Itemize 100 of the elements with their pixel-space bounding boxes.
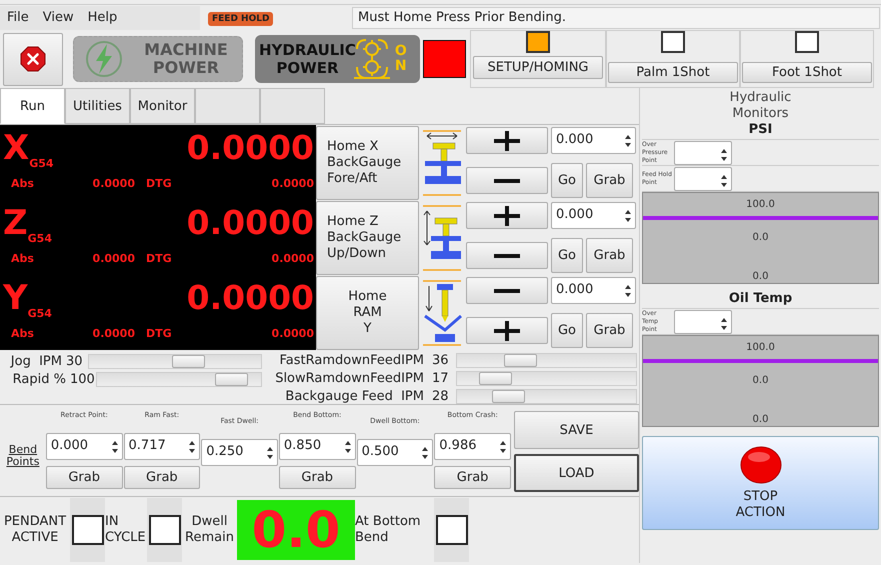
mode-button[interactable]: SETUP/HOMING [473,56,603,79]
number-field[interactable]: 0.986 [434,433,511,460]
coordinate-system-label: G54 [28,232,52,245]
abs-label: Abs [11,252,35,265]
grab-button[interactable]: Grab [278,466,356,489]
menu-item[interactable]: File [7,10,29,25]
axis-letter: X [3,129,30,167]
spinner-icon [344,441,351,453]
slider-track[interactable] [88,354,262,368]
home-button[interactable]: Home X BackGauge Fore/Aft [316,126,419,200]
slider-track[interactable] [456,388,637,404]
position-readout: 0.0000 [186,129,314,167]
axis-letter: Z [3,204,28,242]
number-field[interactable]: 0.000 [551,127,636,154]
position-readout: 0.0000 [186,204,314,242]
grab-button[interactable]: Grab [46,466,123,489]
jog-button[interactable] [466,167,548,194]
gauge-value: 0.0 [752,414,768,425]
grab-button[interactable]: Grab [124,466,200,489]
tab[interactable]: Run [0,88,65,124]
slider-track[interactable] [456,371,637,386]
minus-icon [494,288,520,292]
menu-item[interactable]: View [42,10,74,25]
slider-value: 17 [431,371,450,386]
setpoint-field[interactable] [674,166,732,190]
spinner-icon [266,447,273,459]
grab-button[interactable]: Grab [586,313,633,348]
slider-thumb[interactable] [504,354,537,368]
abs-readout: 0.0000 [92,252,135,265]
spinner-icon [112,441,118,453]
axis-letter: Y [3,279,28,317]
dwell-readout: 0.0 [237,500,355,560]
jog-button[interactable] [466,127,548,154]
plus-icon [494,320,520,340]
slider-thumb[interactable] [214,372,248,386]
spinner-icon [500,441,506,453]
setpoint-field[interactable] [674,140,732,164]
number-field[interactable]: 0.500 [356,439,434,466]
message-field: Must Home Press Prior Bending. [352,6,880,28]
feed-hold-badge: FEED HOLD [208,12,274,26]
spinner-icon [189,441,196,453]
go-button[interactable]: Go [551,238,583,273]
stop-button[interactable] [3,32,63,86]
jog-button[interactable] [466,202,548,229]
gauge-value: 0.0 [752,271,768,282]
abs-label: Abs [11,327,35,340]
number-field[interactable]: 0.000 [551,202,636,229]
go-button[interactable]: Go [551,163,583,198]
home-button[interactable]: Home RAM Y [316,276,419,350]
jog-button[interactable] [466,277,548,304]
tab[interactable]: Utilities [65,88,130,124]
dtg-label: DTG [145,327,173,340]
number-field[interactable]: 0.250 [201,439,278,466]
indicator-label: Dwell Remain [184,514,235,546]
mode-button[interactable]: Palm 1Shot [608,62,738,83]
panel-title: Hydraulic Monitors [728,90,792,122]
file-button[interactable]: SAVE [514,411,639,449]
press-ram-icon [423,278,463,348]
number-field[interactable]: 0.717 [124,433,200,460]
abs-label: Abs [11,177,35,190]
stop-action-button[interactable]: STOP ACTION [642,436,879,530]
slider-value: 28 [431,388,450,404]
slider-label: Backgauge Feed IPM [284,388,424,404]
home-button[interactable]: Home Z BackGauge Up/Down [316,200,419,274]
slider-thumb[interactable] [478,372,512,385]
slider-track[interactable] [456,353,637,368]
go-button[interactable]: Go [551,313,583,348]
slider-track[interactable] [96,372,262,386]
spinner-icon [625,210,631,222]
spinner-icon [721,148,727,160]
plus-icon [494,130,520,150]
dtg-label: DTG [145,252,173,265]
number-field[interactable]: 0.000 [551,277,636,304]
slider-thumb[interactable] [492,390,526,403]
tab[interactable]: Monitor [130,88,195,124]
grab-button[interactable]: Grab [586,238,633,273]
mode-button[interactable]: Foot 1Shot [742,62,872,83]
bend-points-link[interactable]: Bend Points [0,444,46,468]
jog-button[interactable] [466,242,548,269]
file-button[interactable]: LOAD [514,454,639,492]
menu-item[interactable]: Help [88,10,118,25]
jog-button[interactable] [466,317,548,344]
lightning-icon [84,39,124,79]
number-field[interactable]: 0.850 [278,433,356,460]
setpoint-field[interactable] [674,310,732,334]
number-field[interactable]: 0.000 [46,433,123,460]
hydraulic-power-button[interactable]: HYDRAULIC POWER ON [255,35,420,83]
spinner-icon [721,174,727,186]
slider-thumb[interactable] [172,354,206,368]
slider-label: Rapid % [12,372,66,386]
minus-icon [494,178,520,182]
grab-button[interactable]: Grab [586,163,633,198]
gauge-value: 0.0 [752,375,768,386]
grab-button[interactable]: Grab [434,466,511,489]
coordinate-system-label: G54 [29,157,54,170]
spinner-icon [625,135,631,147]
minus-icon [494,254,520,258]
tab[interactable] [195,88,260,124]
tab[interactable] [260,88,325,124]
dtg-label: DTG [145,177,173,190]
